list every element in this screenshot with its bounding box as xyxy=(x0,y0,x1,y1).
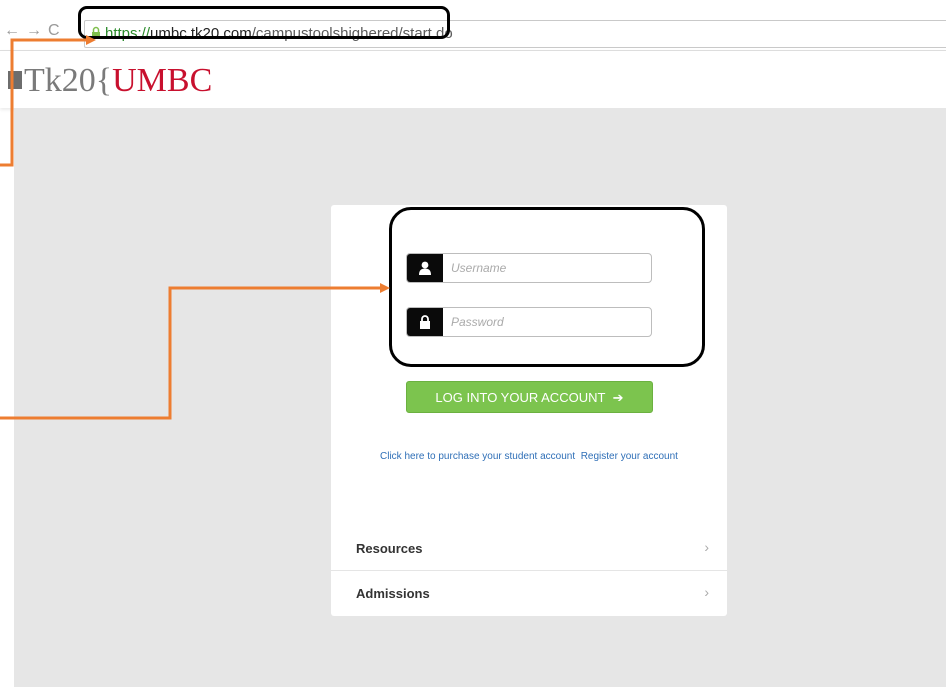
url-annotation-box xyxy=(78,6,450,39)
purchase-account-link[interactable]: Click here to purchase your student acco… xyxy=(380,451,575,462)
chevron-right-icon: › xyxy=(704,539,709,555)
browser-nav: ← → C xyxy=(4,22,66,40)
login-button[interactable]: LOG INTO YOUR ACCOUNT ➔ xyxy=(406,381,653,413)
chevron-right-icon: › xyxy=(704,584,709,600)
register-account-link[interactable]: Register your account xyxy=(581,451,678,462)
menu-item-label: Resources xyxy=(356,541,423,556)
logo-prefix: Tk20 xyxy=(24,62,96,99)
site-header: Tk20{UMBC xyxy=(0,50,946,108)
arrow-right-icon: ➔ xyxy=(612,390,624,405)
credentials-annotation-box xyxy=(389,207,705,367)
logo-brand: UMBC xyxy=(112,62,213,99)
document-icon xyxy=(8,71,22,90)
back-icon[interactable]: ← xyxy=(4,22,22,40)
menu-item-label: Admissions xyxy=(356,586,430,601)
menu-item-resources[interactable]: Resources › xyxy=(331,526,727,571)
login-button-label: LOG INTO YOUR ACCOUNT xyxy=(435,390,606,405)
menu-item-admissions[interactable]: Admissions › xyxy=(331,571,727,616)
account-links: Click here to purchase your student acco… xyxy=(331,451,727,462)
reload-icon[interactable]: C xyxy=(48,22,62,40)
logo-brace: { xyxy=(95,62,113,99)
tk20-umbc-logo[interactable]: Tk20{UMBC xyxy=(8,57,212,105)
forward-icon[interactable]: → xyxy=(26,22,44,40)
browser-chrome: ← → C https://umbc.tk20.com/campustoolshig… xyxy=(0,0,946,50)
